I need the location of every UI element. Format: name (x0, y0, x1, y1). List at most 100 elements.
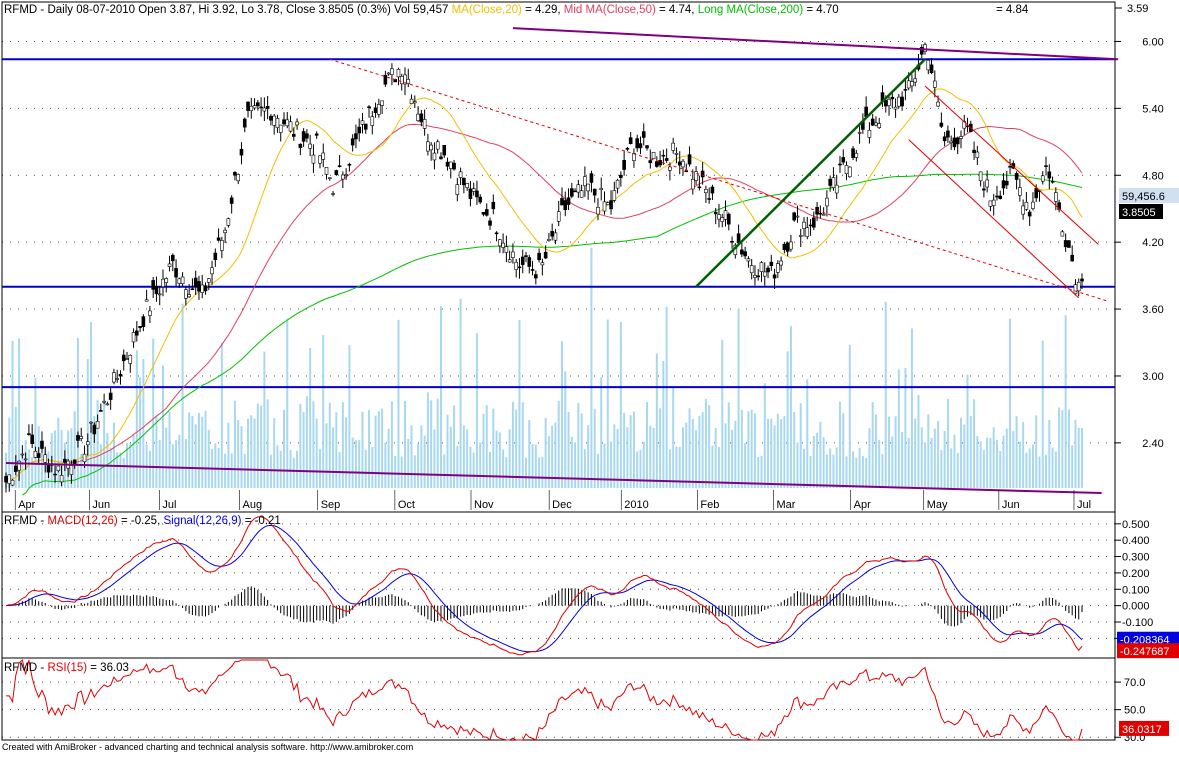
volume-bar (1025, 452, 1028, 488)
candle-body (1050, 181, 1055, 183)
candle-body (635, 138, 640, 149)
candle-body (668, 166, 672, 171)
volume-bar (152, 338, 155, 488)
candle-body (354, 133, 358, 140)
volume-bar (96, 400, 99, 488)
volume-bar (531, 443, 534, 488)
candle-body (1034, 188, 1039, 199)
volume-bar (796, 442, 799, 488)
candle-body (959, 136, 963, 139)
candle-body (295, 121, 299, 126)
footer-credit: Created with AmiBroker - advanced charti… (2, 742, 414, 752)
candle-body (952, 137, 957, 148)
volume-bar (963, 424, 966, 488)
volume-bar (155, 415, 158, 488)
candle-body (491, 201, 496, 210)
price-axis-label: 2.40 (1142, 438, 1163, 450)
volume-bar (930, 438, 933, 488)
candle-body (936, 101, 940, 107)
macd-axis-label: 0.100 (1122, 584, 1150, 596)
volume-bar (175, 440, 178, 488)
volume-bar (417, 443, 420, 488)
volume-bar (325, 423, 328, 488)
volume-bar (184, 439, 187, 488)
candle-body (112, 372, 116, 383)
volume-bar (665, 306, 668, 488)
volume-bar (302, 412, 305, 488)
candle-body (694, 171, 698, 181)
volume-bar (364, 449, 367, 488)
candle-body (99, 410, 103, 412)
candle-body (488, 220, 492, 226)
volume-bar (731, 429, 734, 488)
candle-body (331, 193, 335, 195)
volume-bar (1038, 456, 1041, 488)
candle-body (413, 101, 417, 104)
candle-body (619, 174, 623, 178)
volume-bar (449, 426, 452, 488)
candle-body (377, 104, 381, 115)
volume-bar (564, 371, 567, 488)
candle-body (367, 106, 371, 109)
volume-bar (681, 427, 684, 488)
volume-bar (237, 420, 240, 488)
volume-bar (433, 429, 436, 488)
candle-body (726, 213, 731, 225)
volume-bar (933, 428, 936, 488)
volume-bar (803, 448, 806, 488)
candle-body (599, 188, 604, 191)
x-axis-label: Aug (243, 499, 263, 511)
price-axis-label: 3.60 (1142, 304, 1163, 316)
macd-header: RFMD - MACD(12,26) = -0.25, Signal(12,26… (4, 515, 281, 527)
volume-bar (479, 442, 482, 488)
volume-bar (142, 358, 145, 488)
candle-body (704, 188, 708, 194)
volume-bar (580, 413, 583, 488)
volume-bar (165, 427, 168, 488)
candle-body (465, 183, 469, 188)
candle-body (429, 144, 433, 151)
candle-body (903, 89, 908, 91)
volume-bar (214, 443, 217, 488)
candle-body (95, 421, 100, 429)
candle-body (380, 100, 384, 106)
candle-body (517, 266, 522, 269)
volume-bar (1041, 340, 1044, 488)
volume-bar (171, 444, 174, 488)
volume-bar (809, 455, 812, 488)
x-axis-label: Jul (162, 499, 176, 511)
candle-body (282, 119, 286, 125)
volume-bar (881, 454, 884, 488)
volume-bar (240, 426, 243, 488)
volume-bar (685, 422, 688, 488)
candle-body (795, 215, 800, 218)
candle-body (285, 119, 290, 127)
candle-body (187, 294, 191, 298)
volume-bar (1002, 435, 1005, 488)
volume-bar (583, 449, 586, 488)
volume-bar (80, 453, 83, 488)
volume-bar (868, 428, 871, 488)
candle-body (769, 261, 774, 267)
candle-body (1004, 180, 1009, 186)
volume-bar (891, 436, 894, 488)
volume-bar (148, 450, 151, 488)
volume-bar (354, 440, 357, 488)
candle-body (233, 171, 237, 176)
candle-body (831, 177, 836, 188)
volume-bar (305, 396, 308, 488)
x-axis-label: Apr (18, 499, 35, 511)
volume-bar (937, 420, 940, 488)
volume-bar (191, 415, 194, 488)
candle-body (772, 274, 777, 279)
candle-body (63, 458, 67, 463)
x-axis-label: Jul (1077, 499, 1091, 511)
candle-body (213, 252, 218, 260)
volume-bar (247, 418, 250, 488)
candle-body (197, 281, 201, 292)
volume-bar (384, 442, 387, 488)
candle-body (511, 251, 515, 258)
volume-bar (282, 409, 285, 488)
candle-body (40, 440, 44, 449)
volume-bar (603, 443, 606, 488)
